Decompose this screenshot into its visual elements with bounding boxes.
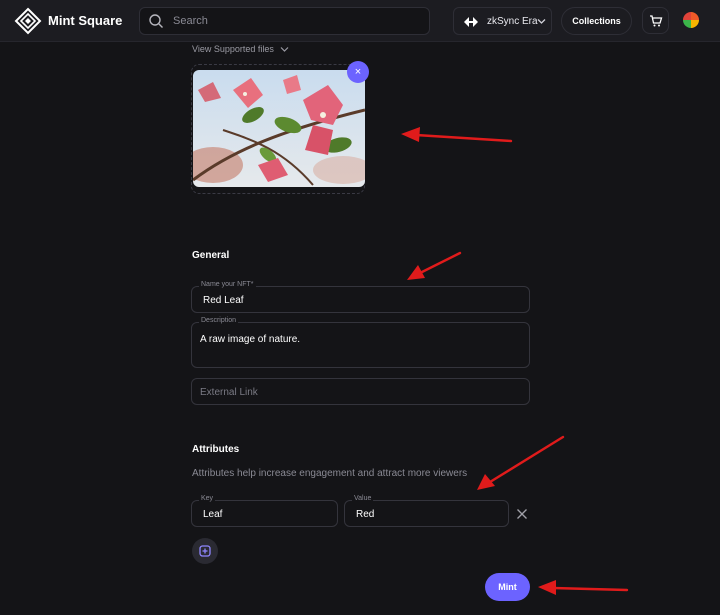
external-link-placeholder: External Link (200, 387, 258, 398)
supported-files-label: View Supported files (192, 44, 274, 54)
attribute-key-field[interactable]: Key Leaf (191, 495, 338, 527)
attributes-hint: Attributes help increase engagement and … (192, 468, 468, 479)
description-value[interactable]: A raw image of nature. (200, 334, 300, 345)
mint-square-logo-icon[interactable] (14, 7, 42, 35)
annotation-arrow-name-head (407, 265, 425, 280)
attribute-key-value[interactable]: Leaf (203, 509, 222, 520)
chevron-down-icon (537, 19, 546, 24)
search-icon (149, 14, 163, 28)
attribute-key-label: Key (199, 495, 216, 502)
cart-button[interactable] (642, 7, 669, 34)
mint-button[interactable]: Mint (485, 573, 530, 601)
search-box[interactable] (139, 7, 430, 35)
attribute-value-field[interactable]: Value Red (344, 495, 509, 527)
nft-name-label: Name your NFT* (199, 281, 256, 288)
annotation-arrow-attributes-head (477, 474, 495, 490)
network-swap-icon (464, 17, 478, 27)
plus-square-icon (199, 545, 211, 557)
annotation-arrow-attributes (488, 435, 565, 484)
description-label: Description (199, 317, 239, 324)
search-input[interactable] (173, 8, 423, 34)
annotation-arrow-mint (551, 586, 629, 592)
external-link-field[interactable]: External Link (191, 378, 530, 405)
general-section-title: General (192, 250, 230, 261)
collections-button[interactable]: Collections (561, 7, 632, 35)
brand-name[interactable]: Mint Square (48, 13, 122, 28)
remove-image-button[interactable]: × (347, 61, 369, 83)
cart-icon (650, 15, 663, 27)
uploaded-image-preview (193, 70, 365, 187)
view-supported-files-toggle[interactable]: View Supported files (192, 44, 289, 54)
nft-name-field[interactable]: Name your NFT* Red Leaf (191, 281, 530, 313)
attribute-value-label: Value (352, 495, 374, 502)
attributes-section-title: Attributes (192, 444, 240, 455)
add-attribute-button[interactable] (192, 538, 218, 564)
annotation-arrow-name (418, 251, 462, 275)
network-label: zkSync Era (487, 16, 538, 27)
annotation-arrow-mint-head (538, 580, 556, 595)
nft-name-value[interactable]: Red Leaf (203, 295, 244, 306)
attribute-value-value[interactable]: Red (356, 509, 374, 520)
close-icon[interactable] (516, 508, 528, 520)
network-selector[interactable]: zkSync Era (453, 7, 552, 35)
annotation-arrow-image-head (401, 127, 420, 142)
description-field[interactable]: Description A raw image of nature. (191, 317, 530, 368)
annotation-arrow-image (414, 133, 513, 143)
top-navigation-bar: Mint Square zkSync Era Collections (0, 0, 720, 42)
chevron-down-icon (280, 47, 289, 52)
user-avatar[interactable] (683, 12, 699, 28)
